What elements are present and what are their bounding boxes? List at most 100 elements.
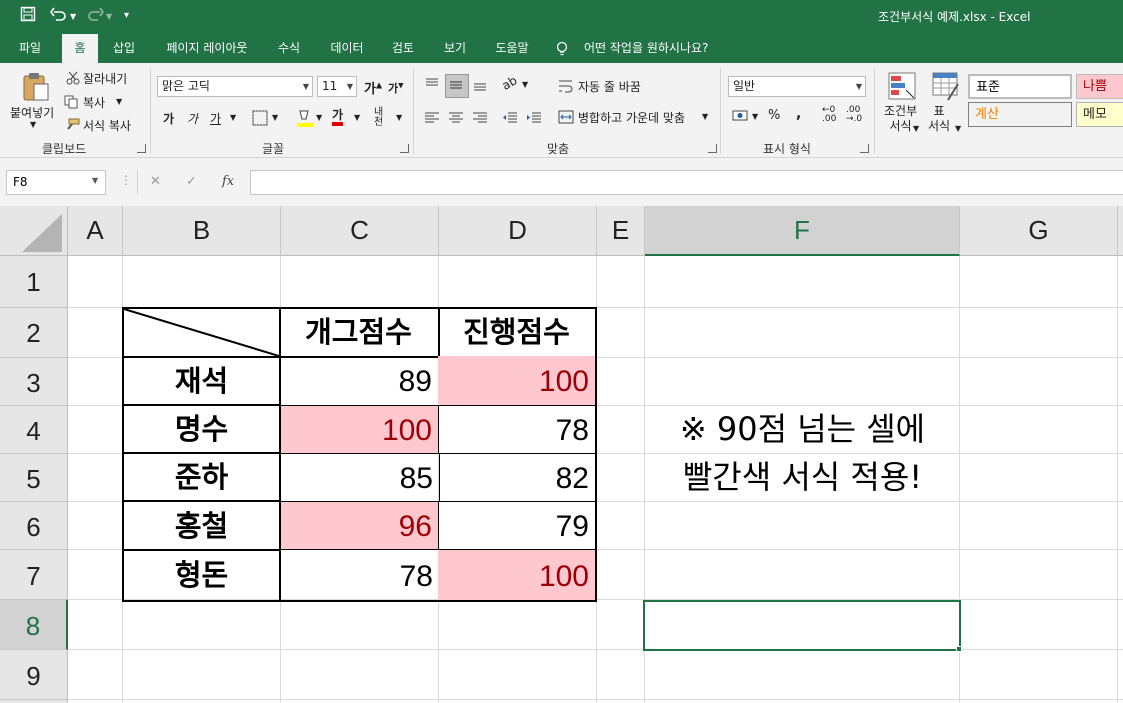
- name-box-dropdown-icon[interactable]: ▼: [92, 176, 98, 185]
- table-cell-d5[interactable]: 82: [438, 453, 597, 502]
- font-dialog-launcher[interactable]: [400, 144, 409, 153]
- merge-dropdown-icon[interactable]: ▼: [702, 112, 708, 121]
- formula-input[interactable]: [250, 170, 1123, 195]
- increase-indent-icon[interactable]: [526, 110, 542, 129]
- table-header-c[interactable]: 개그점수: [279, 307, 440, 358]
- format-painter-button[interactable]: 서식 복사: [83, 117, 131, 134]
- wrap-text-button[interactable]: 자동 줄 바꿈: [578, 78, 641, 95]
- bold-icon[interactable]: 가: [163, 110, 174, 127]
- tab-page-layout[interactable]: 페이지 레이아웃: [154, 34, 260, 63]
- shrink-font-icon[interactable]: 가▼: [388, 80, 404, 96]
- copy-dropdown-icon[interactable]: ▼: [116, 97, 122, 106]
- row-header-8[interactable]: 8: [0, 600, 68, 650]
- table-cell-c7[interactable]: 78: [279, 549, 440, 602]
- alignment-dialog-launcher[interactable]: [708, 144, 717, 153]
- table-cell-d4[interactable]: 78: [438, 406, 597, 454]
- selected-cell-f8[interactable]: [643, 600, 961, 651]
- undo-dropdown-icon[interactable]: ▼: [70, 12, 76, 21]
- table-cell-c6[interactable]: 96: [281, 502, 438, 550]
- table-row-name[interactable]: 형돈: [122, 549, 281, 602]
- row-header-7[interactable]: 7: [0, 550, 68, 600]
- column-header-g[interactable]: G: [960, 206, 1118, 256]
- undo-icon[interactable]: [50, 6, 68, 26]
- accounting-dropdown-icon[interactable]: ▼: [752, 112, 758, 121]
- style-calculation[interactable]: 계산: [968, 102, 1072, 127]
- row-header-9[interactable]: 9: [0, 650, 68, 700]
- percent-style-icon[interactable]: %: [768, 108, 780, 123]
- format-as-table-button[interactable]: 표 서식: [928, 104, 950, 134]
- align-left-icon[interactable]: [424, 110, 440, 129]
- table-cell-c5[interactable]: 85: [279, 453, 440, 502]
- tab-review[interactable]: 검토: [382, 34, 424, 63]
- style-bad[interactable]: 나쁨: [1076, 74, 1123, 99]
- format-as-table-icon[interactable]: [932, 72, 962, 106]
- format-painter-icon[interactable]: [64, 117, 80, 136]
- column-header-a[interactable]: A: [68, 206, 123, 256]
- clipboard-dialog-launcher[interactable]: [137, 144, 146, 153]
- comma-style-icon[interactable]: ,: [796, 106, 801, 122]
- row-header-3[interactable]: 3: [0, 358, 68, 406]
- table-header-d[interactable]: 진행점수: [438, 307, 597, 358]
- cut-button[interactable]: 잘라내기: [83, 70, 127, 87]
- increase-decimal-icon[interactable]: ←0.00: [822, 106, 836, 124]
- conditional-formatting-icon[interactable]: [888, 72, 918, 106]
- table-cell-c3[interactable]: 89: [279, 356, 440, 406]
- accounting-format-icon[interactable]: [732, 108, 750, 128]
- font-color-icon[interactable]: 가: [332, 108, 344, 126]
- conditional-dropdown-icon[interactable]: ▼: [913, 124, 919, 133]
- column-header-c[interactable]: C: [281, 206, 439, 256]
- decrease-indent-icon[interactable]: [502, 110, 518, 129]
- font-size-combo[interactable]: 11 ▼: [317, 76, 357, 97]
- wrap-text-icon[interactable]: [558, 78, 574, 98]
- table-cell-c4[interactable]: 100: [281, 406, 438, 454]
- tab-formulas[interactable]: 수식: [268, 34, 310, 63]
- table-row-name[interactable]: 준하: [122, 453, 281, 502]
- underline-icon[interactable]: 가: [210, 110, 221, 127]
- tab-file[interactable]: 파일: [8, 34, 52, 63]
- cancel-icon[interactable]: ✕: [150, 174, 161, 189]
- tab-help[interactable]: 도움말: [484, 34, 540, 63]
- align-center-icon[interactable]: [448, 110, 464, 129]
- merge-center-icon[interactable]: [558, 109, 574, 129]
- redo-icon[interactable]: [86, 6, 104, 26]
- align-bottom-icon[interactable]: [472, 76, 488, 96]
- redo-dropdown-icon[interactable]: ▼: [106, 12, 112, 21]
- column-header-e[interactable]: E: [597, 206, 645, 256]
- tab-view[interactable]: 보기: [434, 34, 476, 63]
- paste-dropdown-icon[interactable]: ▼: [30, 120, 36, 129]
- borders-icon[interactable]: [252, 110, 268, 130]
- row-header-4[interactable]: 4: [0, 406, 68, 454]
- table-cell-d6[interactable]: 79: [438, 502, 597, 550]
- table-row-name[interactable]: 홍철: [122, 501, 281, 551]
- tab-home[interactable]: 홈: [62, 34, 98, 64]
- table-row-name[interactable]: 명수: [122, 405, 281, 454]
- column-header-b[interactable]: B: [123, 206, 281, 256]
- paste-icon[interactable]: [22, 72, 50, 106]
- fill-color-dropdown-icon[interactable]: ▼: [316, 113, 322, 122]
- copy-button[interactable]: 복사: [83, 94, 105, 111]
- style-normal[interactable]: 표준: [968, 74, 1072, 99]
- table-row-name[interactable]: 재석: [122, 356, 281, 406]
- style-note[interactable]: 메모: [1076, 102, 1123, 127]
- paste-button[interactable]: 붙여넣기: [10, 104, 54, 121]
- tell-me-search[interactable]: 어떤 작업을 원하시나요?: [584, 34, 724, 63]
- cut-icon[interactable]: [66, 70, 80, 89]
- font-color-dropdown-icon[interactable]: ▼: [354, 113, 360, 122]
- row-header-6[interactable]: 6: [0, 502, 68, 550]
- merge-center-button[interactable]: 병합하고 가운데 맞춤: [578, 109, 685, 126]
- column-header-f[interactable]: F: [645, 206, 960, 256]
- insert-function-icon[interactable]: fx: [222, 174, 234, 189]
- fill-color-icon[interactable]: [296, 108, 314, 132]
- table-cell-d7[interactable]: 100: [438, 549, 597, 602]
- customize-toolbar-icon[interactable]: ▾: [124, 10, 129, 21]
- phonetic-dropdown-icon[interactable]: ▼: [396, 113, 402, 122]
- orientation-dropdown-icon[interactable]: ▼: [522, 80, 528, 89]
- enter-icon[interactable]: ✓: [186, 174, 197, 189]
- align-right-icon[interactable]: [472, 110, 488, 129]
- tab-data[interactable]: 데이터: [320, 34, 374, 63]
- underline-dropdown-icon[interactable]: ▼: [230, 113, 236, 122]
- grow-font-icon[interactable]: 가▲: [364, 78, 382, 97]
- lightbulb-icon[interactable]: [552, 34, 572, 63]
- column-header-h[interactable]: [1118, 206, 1123, 256]
- number-dialog-launcher[interactable]: [860, 144, 869, 153]
